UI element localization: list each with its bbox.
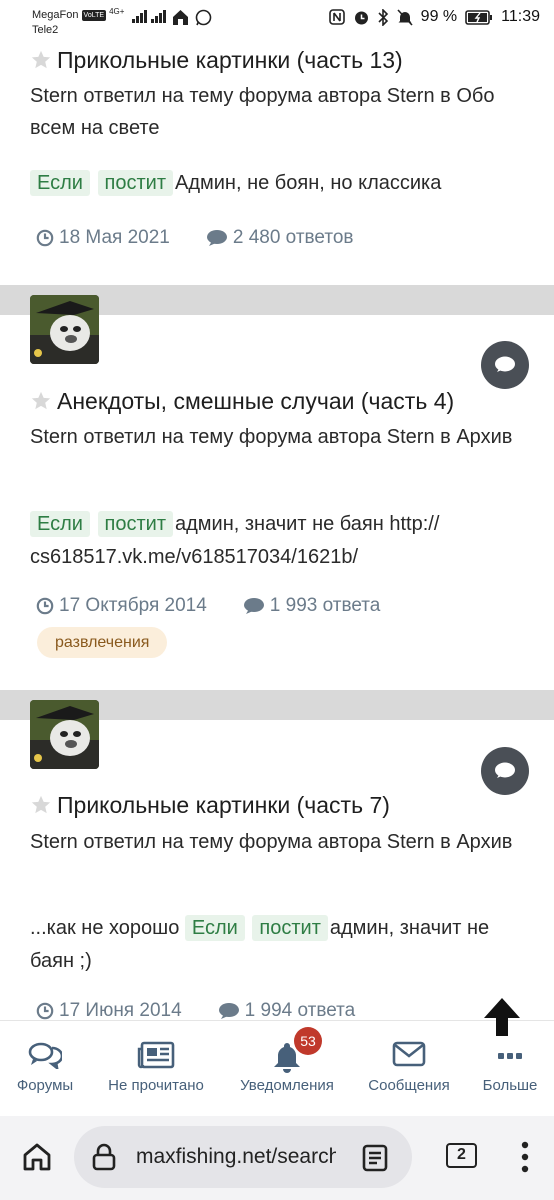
result-snippet: Если постит Админ, не боян, но классика (30, 167, 520, 200)
nav-notifications[interactable]: 53 Уведомления (230, 1021, 344, 1117)
clock-icon (36, 229, 54, 247)
scroll-to-top-arrow-icon[interactable] (482, 996, 522, 1038)
result-replies: 1 994 ответа (218, 1000, 356, 1022)
notifications-badge: 53 (294, 1027, 322, 1055)
carrier-info: MegaFon VoLTE 4G+ Tele2 (32, 4, 124, 38)
result-snippet: Если постит админ, значит не баян http://… (30, 508, 520, 574)
reply-bubble-button[interactable] (481, 341, 529, 389)
battery-icon (465, 9, 493, 25)
result-date-text: 18 Мая 2021 (59, 227, 170, 248)
highlight-term: Если (30, 170, 90, 196)
snippet-suffix: Админ, не боян, но классика (174, 172, 442, 194)
result-title[interactable]: Прикольные картинки (часть 13) (30, 45, 403, 75)
result-date-text: 17 Июня 2014 (59, 1000, 182, 1021)
result-title[interactable]: Прикольные картинки (часть 7) (30, 790, 390, 820)
battery-percent: 99 % (420, 8, 458, 25)
nfc-icon (328, 9, 345, 25)
result-replies-text: 1 993 ответа (269, 595, 381, 616)
star-icon[interactable] (30, 390, 52, 412)
signal-icon (132, 9, 147, 23)
bluetooth-icon (378, 8, 388, 26)
result-title-text: Прикольные картинки (часть 7) (57, 792, 390, 818)
highlight-term: постит (97, 511, 173, 537)
home-icon[interactable] (22, 1142, 52, 1172)
nav-messages-label: Сообщения (368, 1077, 450, 1094)
result-card[interactable]: Прикольные картинки (часть 13) Stern отв… (0, 0, 554, 285)
avatar[interactable] (30, 295, 99, 364)
reader-mode-icon[interactable] (362, 1144, 388, 1172)
result-meta: 17 Октября 2014 1 993 ответа (36, 595, 380, 617)
result-description: Stern ответил на тему форума автора Ster… (30, 426, 513, 448)
result-date[interactable]: 17 Октября 2014 (36, 595, 207, 617)
network-type: 4G+ (109, 7, 125, 16)
snippet-prefix: ...как не хорошо (30, 917, 185, 939)
clock-icon (36, 597, 54, 615)
menu-kebab-icon[interactable] (520, 1140, 530, 1174)
result-replies: 1 993 ответа (243, 595, 381, 617)
result-title-text: Прикольные картинки (часть 13) (57, 47, 403, 73)
avatar[interactable] (30, 700, 99, 769)
result-date[interactable]: 18 Мая 2021 (36, 227, 170, 249)
nav-messages[interactable]: Сообщения (360, 1021, 458, 1117)
result-date-text: 17 Октября 2014 (59, 595, 207, 616)
nav-unread-label: Не прочитано (108, 1077, 204, 1094)
forums-icon (28, 1042, 62, 1069)
reply-bubble-button[interactable] (481, 747, 529, 795)
mute-icon (397, 8, 413, 26)
result-description: Stern ответил на тему форума автора Ster… (30, 85, 495, 139)
avatar-image (30, 700, 99, 769)
comment-icon (243, 598, 264, 614)
comment-icon (495, 762, 515, 778)
browser-toolbar: maxfishing.net/search 2 (0, 1116, 554, 1200)
result-meta: 17 Июня 2014 1 994 ответа (36, 1000, 355, 1022)
star-icon[interactable] (30, 794, 52, 816)
tag-badge[interactable]: развлечения (37, 627, 168, 658)
highlight-term: Если (184, 915, 245, 941)
comment-icon (206, 230, 227, 246)
comment-icon (495, 356, 515, 372)
result-card[interactable]: Прикольные картинки (часть 7) Stern отве… (0, 700, 554, 1022)
newspaper-icon (137, 1041, 175, 1069)
result-title[interactable]: Анекдоты, смешные случаи (часть 4) (30, 386, 454, 416)
nav-unread[interactable]: Не прочитано (95, 1021, 217, 1117)
avatar-image (30, 295, 99, 364)
alarm-icon (354, 11, 368, 24)
result-replies-text: 1 994 ответа (244, 1000, 356, 1021)
home-status-icon (173, 10, 188, 25)
result-replies: 2 480 ответов (206, 227, 354, 249)
highlight-term: постит (252, 915, 328, 941)
nav-forums[interactable]: Форумы (0, 1021, 90, 1117)
clock-icon (36, 1002, 54, 1020)
nav-notifications-label: Уведомления (240, 1077, 334, 1094)
result-description: Stern ответил на тему форума автора Ster… (30, 831, 513, 853)
whatsapp-icon (195, 9, 212, 26)
result-title-text: Анекдоты, смешные случаи (часть 4) (57, 388, 455, 414)
carrier1: MegaFon (32, 9, 79, 21)
envelope-icon (392, 1041, 426, 1067)
nav-forums-label: Форумы (16, 1077, 74, 1094)
carrier2: Tele2 (32, 24, 59, 36)
lock-icon (92, 1143, 116, 1171)
tabs-count-button[interactable]: 2 (446, 1143, 477, 1168)
bottom-navigation: Форумы Не прочитано 53 Уведомления Сообщ… (0, 1020, 554, 1116)
clock-time: 11:39 (501, 8, 540, 25)
status-right: 99 % 11:39 (328, 8, 540, 26)
signal2-icon (151, 9, 166, 23)
volte-badge: VoLTE (81, 10, 107, 21)
result-card[interactable]: Анекдоты, смешные случаи (часть 4) Stern… (0, 295, 554, 690)
result-date[interactable]: 17 Июня 2014 (36, 1000, 182, 1022)
highlight-term: постит (97, 170, 173, 196)
star-icon[interactable] (30, 49, 52, 71)
address-bar[interactable]: maxfishing.net/search (74, 1126, 412, 1188)
url-text: maxfishing.net/search (136, 1145, 336, 1168)
more-dots-icon (498, 1053, 522, 1059)
result-replies-text: 2 480 ответов (232, 227, 354, 248)
comment-icon (218, 1003, 239, 1019)
status-bar: MegaFon VoLTE 4G+ Tele2 99 % 11:39 (0, 0, 554, 38)
nav-more-label: Больше (482, 1077, 538, 1094)
result-snippet: ...как не хорошо Если постит админ, значи… (30, 912, 520, 978)
result-meta: 18 Мая 2021 2 480 ответов (36, 227, 354, 249)
highlight-term: Если (30, 511, 90, 537)
snippet-suffix: админ, значит не баян http:// cs618517.v… (30, 513, 440, 568)
